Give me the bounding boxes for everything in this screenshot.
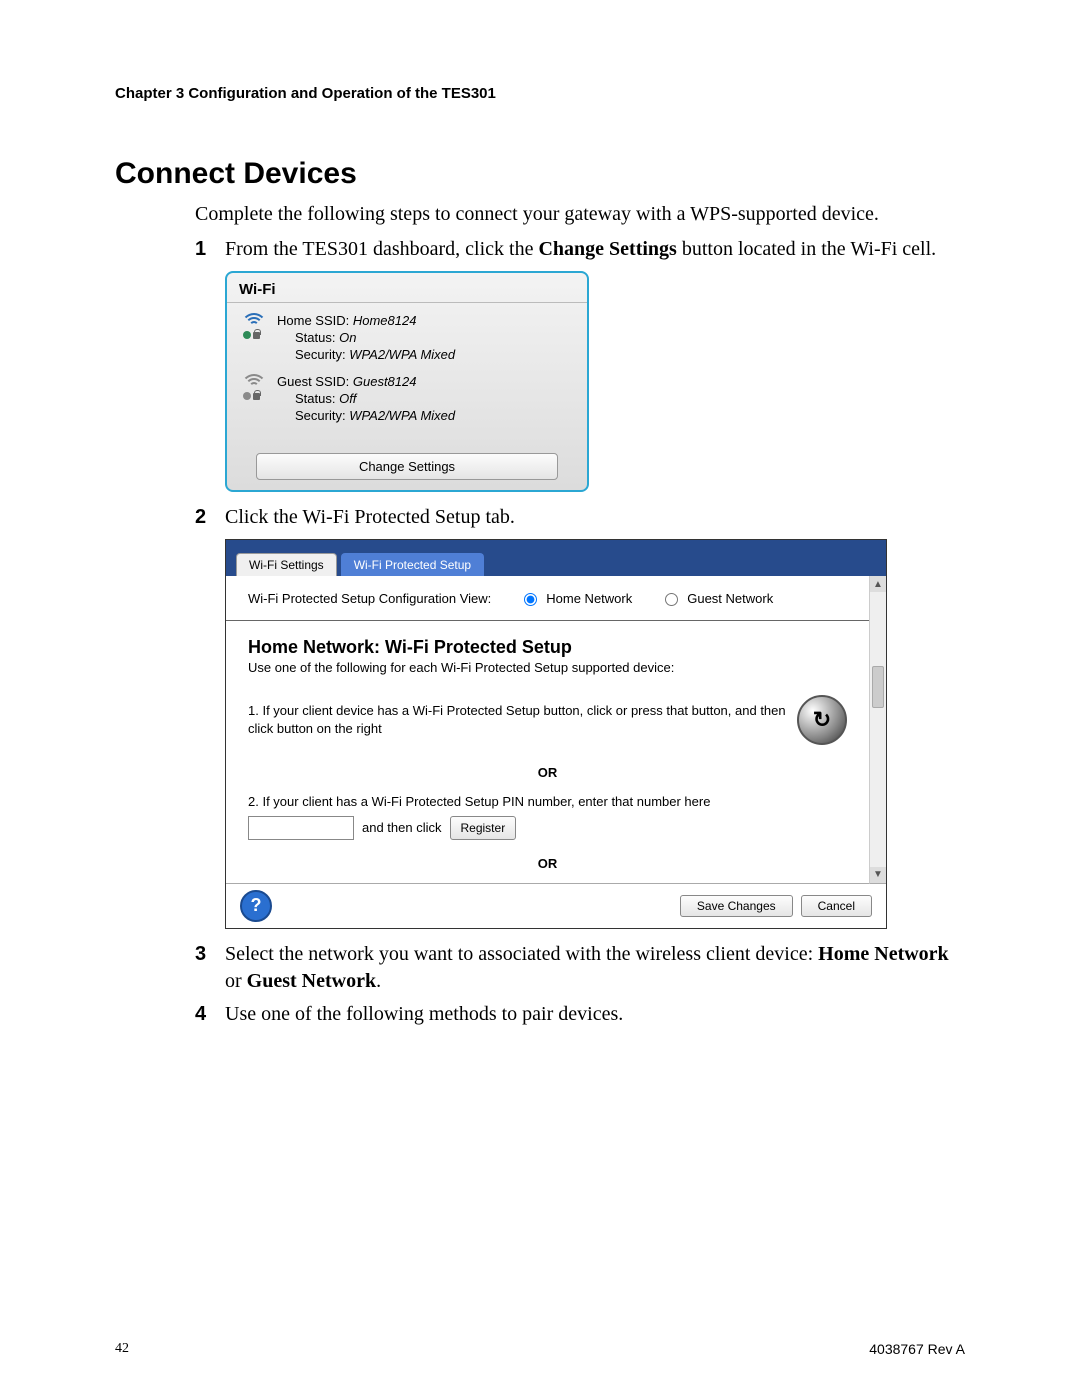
step-text: Click the Wi-Fi Protected Setup tab.	[225, 504, 965, 531]
step-4: 4 Use one of the following methods to pa…	[195, 1001, 965, 1028]
wps-step2-text: 2. If your client has a Wi-Fi Protected …	[248, 792, 847, 812]
cancel-button[interactable]: Cancel	[801, 895, 872, 917]
revision-label: 4038767 Rev A	[869, 1341, 965, 1357]
guest-network-radio-label: Guest Network	[687, 591, 773, 606]
label: Guest SSID:	[277, 374, 353, 389]
guest-network-row: Guest SSID: Guest8124 Status: Off Securi…	[239, 374, 575, 425]
text-fragment: or	[225, 970, 247, 992]
change-settings-button[interactable]: Change Settings	[256, 453, 558, 480]
wps-pin-input[interactable]	[248, 816, 354, 840]
intro-text: Complete the following steps to connect …	[195, 201, 965, 228]
register-button[interactable]: Register	[450, 816, 517, 840]
scroll-up-icon[interactable]: ▲	[870, 576, 886, 592]
or-divider: OR	[226, 761, 869, 792]
label: Home SSID:	[277, 313, 353, 328]
bold-text: Home Network	[818, 943, 949, 965]
chapter-header: Chapter 3 Configuration and Operation of…	[115, 85, 965, 102]
text-fragment: button located in the Wi-Fi cell.	[677, 238, 936, 260]
step-text: Use one of the following methods to pair…	[225, 1001, 965, 1028]
save-changes-button[interactable]: Save Changes	[680, 895, 793, 917]
wifi-on-icon	[239, 313, 273, 345]
wifi-card: Wi-Fi Home SSID: Home8124 Status: On Sec…	[225, 271, 589, 492]
wps-icon: ↻	[813, 707, 831, 733]
tab-wifi-protected-setup[interactable]: Wi-Fi Protected Setup	[341, 553, 484, 576]
text-fragment: From the TES301 dashboard, click the	[225, 238, 538, 260]
guest-ssid-value: Guest8124	[353, 374, 417, 389]
home-network-radio[interactable]	[524, 593, 537, 606]
page-number: 42	[115, 1341, 129, 1357]
wifi-off-icon	[239, 374, 273, 406]
home-network-radio-label: Home Network	[546, 591, 632, 606]
label: Security:	[295, 347, 349, 362]
wps-step1-row: 1. If your client device has a Wi-Fi Pro…	[226, 689, 869, 761]
wps-footer: ? Save Changes Cancel	[226, 884, 886, 928]
wps-subheading: Use one of the following for each Wi-Fi …	[226, 660, 869, 689]
step-number: 2	[195, 504, 225, 531]
guest-network-radio[interactable]	[665, 593, 678, 606]
step-number: 1	[195, 236, 225, 263]
scrollbar[interactable]: ▲ ▼	[869, 576, 886, 884]
tab-wifi-settings[interactable]: Wi-Fi Settings	[236, 553, 337, 576]
home-security-value: WPA2/WPA Mixed	[349, 347, 455, 362]
wps-heading: Home Network: Wi-Fi Protected Setup	[226, 621, 869, 660]
label: Status:	[295, 391, 339, 406]
wps-step2-block: 2. If your client has a Wi-Fi Protected …	[226, 792, 869, 852]
guest-security-value: WPA2/WPA Mixed	[349, 408, 455, 423]
label: Status:	[295, 330, 339, 345]
wps-step1-text: 1. If your client device has a Wi-Fi Pro…	[248, 702, 797, 738]
step-1: 1 From the TES301 dashboard, click the C…	[195, 236, 965, 263]
home-status-value: On	[339, 330, 356, 345]
text-fragment: .	[376, 970, 381, 992]
page-footer: 42 4038767 Rev A	[115, 1341, 965, 1357]
tab-bar: Wi-Fi Settings Wi-Fi Protected Setup	[226, 540, 886, 576]
label: Security:	[295, 408, 349, 423]
step-3: 3 Select the network you want to associa…	[195, 941, 965, 995]
bold-text: Change Settings	[538, 238, 676, 260]
guest-status-value: Off	[339, 391, 356, 406]
text-fragment: Select the network you want to associate…	[225, 943, 818, 965]
config-view-row: Wi-Fi Protected Setup Configuration View…	[226, 576, 869, 621]
wifi-card-title: Wi-Fi	[227, 273, 587, 303]
and-then-label: and then click	[362, 818, 442, 838]
step-text: From the TES301 dashboard, click the Cha…	[225, 236, 965, 263]
home-network-row: Home SSID: Home8124 Status: On Security:…	[239, 313, 575, 364]
step-number: 3	[195, 941, 225, 995]
scroll-thumb[interactable]	[872, 666, 884, 708]
or-divider: OR	[226, 852, 869, 883]
step-text: Select the network you want to associate…	[225, 941, 965, 995]
config-view-label: Wi-Fi Protected Setup Configuration View…	[248, 591, 491, 606]
help-icon[interactable]: ?	[240, 890, 272, 922]
wps-push-button[interactable]: ↻	[797, 695, 847, 745]
bold-text: Guest Network	[247, 970, 376, 992]
wps-panel: Wi-Fi Settings Wi-Fi Protected Setup Wi-…	[225, 539, 887, 929]
step-2: 2 Click the Wi-Fi Protected Setup tab.	[195, 504, 965, 531]
step-number: 4	[195, 1001, 225, 1028]
section-title: Connect Devices	[115, 157, 965, 191]
scroll-down-icon[interactable]: ▼	[870, 867, 886, 883]
home-ssid-value: Home8124	[353, 313, 417, 328]
